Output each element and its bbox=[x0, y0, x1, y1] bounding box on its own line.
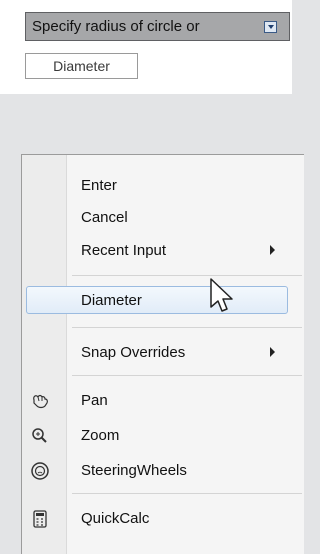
menu-item-pan[interactable]: Pan bbox=[22, 385, 305, 415]
menu-item-label: Diameter bbox=[81, 291, 142, 309]
menu-item-label: Zoom bbox=[81, 426, 120, 444]
menu-item-steeringwheels[interactable]: SteeringWheels bbox=[22, 455, 305, 485]
zoom-magnifier-icon bbox=[32, 428, 47, 443]
menu-item-diameter[interactable]: Diameter bbox=[22, 285, 305, 315]
menu-separator bbox=[72, 375, 302, 376]
down-arrow-icon[interactable] bbox=[264, 20, 277, 33]
menu-item-label: Enter bbox=[81, 176, 117, 194]
mouse-pointer-icon bbox=[210, 278, 233, 312]
dynamic-input-area: Specify radius of circle or Diameter bbox=[0, 0, 292, 94]
menu-item-cancel[interactable]: Cancel bbox=[22, 202, 305, 232]
highlight-box bbox=[26, 286, 288, 314]
submenu-arrow-icon bbox=[270, 245, 275, 255]
menu-item-label: Snap Overrides bbox=[81, 343, 186, 361]
option-input-box[interactable]: Diameter bbox=[25, 53, 138, 79]
menu-separator bbox=[72, 275, 302, 276]
menu-item-zoom[interactable]: Zoom bbox=[22, 420, 305, 450]
menu-item-label: Cancel bbox=[81, 208, 128, 226]
menu-item-label: Recent Input bbox=[81, 241, 167, 259]
menu-item-label: SteeringWheels bbox=[81, 461, 187, 479]
calculator-icon bbox=[33, 510, 47, 528]
pan-hand-icon bbox=[33, 394, 48, 409]
menu-separator bbox=[72, 493, 302, 494]
command-prompt-tooltip: Specify radius of circle or bbox=[25, 12, 290, 41]
menu-separator bbox=[72, 327, 302, 328]
context-menu: Enter Cancel Recent Input Diameter Snap … bbox=[21, 154, 304, 554]
submenu-arrow-icon bbox=[270, 347, 275, 357]
menu-item-snap-overrides[interactable]: Snap Overrides bbox=[22, 337, 305, 367]
menu-item-label: QuickCalc bbox=[81, 509, 150, 527]
menu-item-quickcalc[interactable]: QuickCalc bbox=[22, 503, 305, 533]
menu-item-label: Pan bbox=[81, 391, 108, 409]
steering-wheel-icon bbox=[31, 462, 49, 480]
menu-item-recent-input[interactable]: Recent Input bbox=[22, 235, 305, 265]
prompt-text: Specify radius of circle or bbox=[32, 18, 200, 35]
menu-item-enter[interactable]: Enter bbox=[22, 170, 305, 200]
